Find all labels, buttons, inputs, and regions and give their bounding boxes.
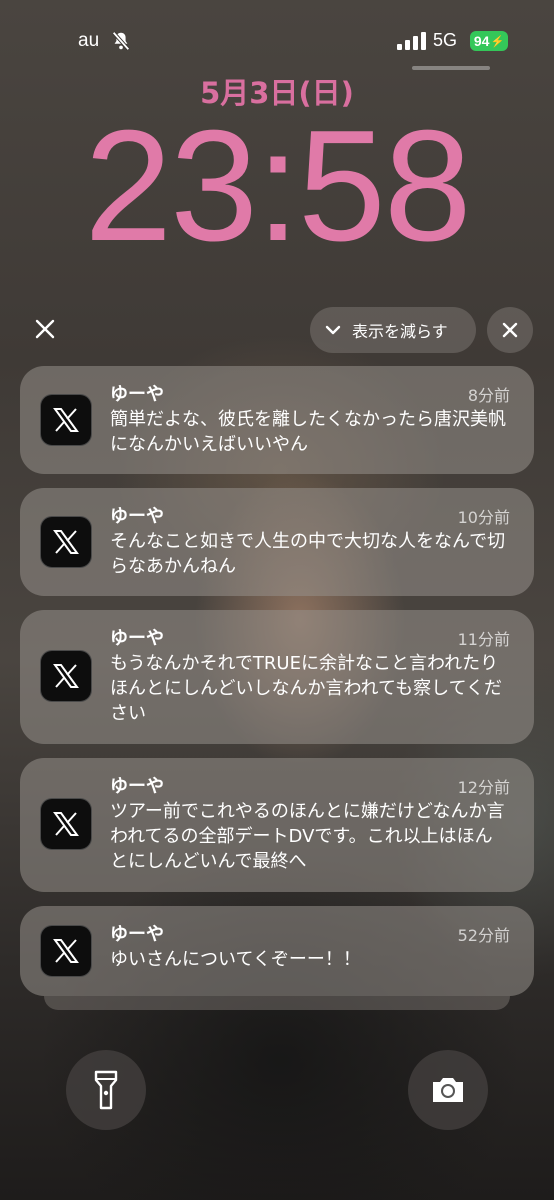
chevron-down-icon <box>325 325 341 335</box>
charging-bolt-icon: ⚡ <box>490 35 505 48</box>
notification-card[interactable]: ゆーや 12分前 ツアー前でこれやるのほんとに嫌だけどなんか言われてるの全部デー… <box>20 758 534 892</box>
notification-message: 簡単だよな、彼氏を離したくなかったら唐沢美帆になんかいえばいいやん <box>110 409 506 455</box>
camera-button[interactable] <box>408 1050 488 1130</box>
notification-time: 12分前 <box>457 778 510 797</box>
x-logo-icon <box>53 408 79 432</box>
notification-time: 52分前 <box>457 926 510 945</box>
x-app-icon <box>40 925 92 977</box>
network-type: 5G <box>433 30 458 50</box>
notification-message: そんなこと如きで人生の中で大切な人をなんで切らなあかんねん <box>110 531 506 577</box>
x-logo-icon <box>53 664 79 688</box>
notification-time: 8分前 <box>467 386 510 405</box>
show-less-label: 表示を減らす <box>352 322 448 341</box>
battery-indicator: 94 ⚡ <box>470 31 508 51</box>
notification-time: 10分前 <box>457 508 510 527</box>
lock-time: 23:58 <box>84 98 471 274</box>
notification-card[interactable]: ゆーや 11分前 もうなんかそれでTRUEに余計なこと言われたりほんとにしんどい… <box>20 610 534 744</box>
show-less-button[interactable]: 表示を減らす <box>310 307 476 353</box>
x-app-icon <box>40 650 92 702</box>
notification-stack-close-icon[interactable] <box>34 318 56 340</box>
notification-sender: ゆーや <box>110 924 164 945</box>
x-app-icon <box>40 394 92 446</box>
notification-message: ゆいさんについてくぞーー！！ <box>110 949 361 970</box>
camera-icon <box>433 1078 463 1102</box>
notification-sender: ゆーや <box>110 384 164 405</box>
notification-stack-edge <box>44 996 510 1010</box>
notification-card[interactable]: ゆーや 8分前 簡単だよな、彼氏を離したくなかったら唐沢美帆になんかいえばいいや… <box>20 366 534 474</box>
flashlight-button[interactable] <box>66 1050 146 1130</box>
x-app-icon <box>40 516 92 568</box>
notification-message: もうなんかそれでTRUEに余計なこと言われたりほんとにしんどいしなんか言われても… <box>110 653 503 724</box>
x-app-icon <box>40 798 92 850</box>
notification-card[interactable]: ゆーや 10分前 そんなこと如きで人生の中で大切な人をなんで切らなあかんねん <box>20 488 534 596</box>
x-logo-icon <box>53 812 79 836</box>
x-logo-icon <box>53 530 79 554</box>
battery-level: 94 <box>473 33 490 49</box>
bell-slash-icon <box>112 31 130 51</box>
notification-sender: ゆーや <box>110 628 164 649</box>
notification-sender: ゆーや <box>110 506 164 527</box>
x-logo-icon <box>53 939 79 963</box>
notification-time: 11分前 <box>457 630 510 649</box>
flashlight-icon <box>94 1070 118 1110</box>
close-icon <box>502 322 518 338</box>
clear-notifications-button[interactable] <box>487 307 533 353</box>
notification-message: ツアー前でこれやるのほんとに嫌だけどなんか言われてるの全部デートDVです。これ以… <box>110 801 505 872</box>
notification-sender: ゆーや <box>110 776 164 797</box>
notification-card[interactable]: ゆーや 52分前 ゆいさんについてくぞーー！！ <box>20 906 534 996</box>
signal-bars-icon <box>397 32 426 50</box>
carrier-name: au <box>78 30 100 51</box>
